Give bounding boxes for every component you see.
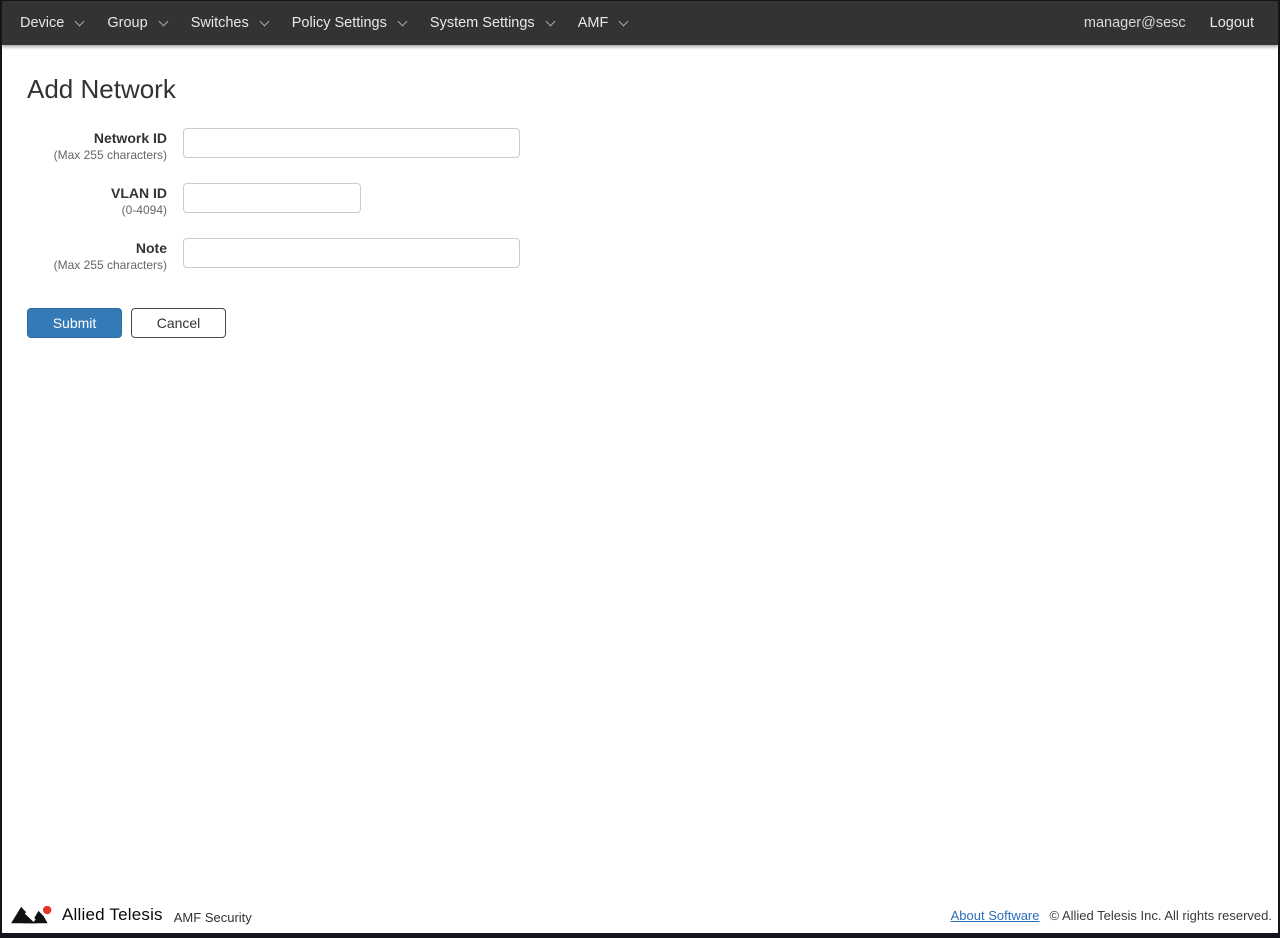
note-input[interactable] <box>183 238 520 268</box>
nav-menu-switches[interactable]: Switches <box>179 1 280 45</box>
chevron-down-icon <box>158 16 169 27</box>
vlan-id-label-group: VLAN ID (0-4094) <box>27 183 167 218</box>
nav-menu-amf-label: AMF <box>577 15 609 31</box>
nav-menu-group[interactable]: Group <box>95 1 178 45</box>
form-actions: Submit Cancel <box>27 308 1278 338</box>
nav-menu-policy-settings-label: Policy Settings <box>291 15 387 31</box>
chevron-down-icon <box>397 16 408 27</box>
brand-block: Allied Telesis AMF Security <box>10 905 252 926</box>
vlan-id-input[interactable] <box>183 183 361 213</box>
main-content: Add Network Network ID (Max 255 characte… <box>2 45 1278 338</box>
chevron-down-icon <box>259 16 270 27</box>
about-software-link[interactable]: About Software <box>951 908 1040 923</box>
nav-menu-device-label: Device <box>20 15 65 31</box>
note-label: Note <box>135 240 167 256</box>
app-window: Device Group Switches Policy Settings Sy… <box>0 0 1280 938</box>
copyright-text: © Allied Telesis Inc. All rights reserve… <box>1049 907 1273 923</box>
network-id-label: Network ID <box>93 130 167 146</box>
network-id-input[interactable] <box>183 128 520 158</box>
top-navbar: Device Group Switches Policy Settings Sy… <box>2 1 1278 45</box>
nav-menu-group-label: Group <box>107 15 148 31</box>
cancel-button[interactable]: Cancel <box>131 308 226 338</box>
product-name: AMF Security <box>173 909 252 925</box>
logout-button[interactable]: Logout <box>1200 1 1264 45</box>
chevron-down-icon <box>618 16 629 27</box>
note-hint: (Max 255 characters) <box>53 258 167 272</box>
nav-menu-device[interactable]: Device <box>8 1 95 45</box>
form-row-vlan-id: VLAN ID (0-4094) <box>27 183 1278 218</box>
logged-in-user: manager@sesc <box>1083 15 1186 31</box>
allied-telesis-logo-icon <box>11 905 52 923</box>
nav-menu-system-settings-label: System Settings <box>429 15 535 31</box>
submit-button[interactable]: Submit <box>27 308 122 338</box>
vlan-id-hint: (0-4094) <box>121 203 167 217</box>
nav-menu-policy-settings[interactable]: Policy Settings <box>280 1 418 45</box>
note-label-group: Note (Max 255 characters) <box>27 238 167 273</box>
nav-menu-switches-label: Switches <box>190 15 249 31</box>
brand-name: Allied Telesis <box>62 905 163 924</box>
nav-menu-amf[interactable]: AMF <box>566 1 640 45</box>
chevron-down-icon <box>545 16 556 27</box>
form-row-network-id: Network ID (Max 255 characters) <box>27 128 1278 163</box>
form-row-note: Note (Max 255 characters) <box>27 238 1278 273</box>
nav-menu-system-settings[interactable]: System Settings <box>418 1 566 45</box>
network-id-hint: (Max 255 characters) <box>53 148 167 162</box>
page-title: Add Network <box>27 74 176 104</box>
page-footer: Allied Telesis AMF Security About Softwa… <box>2 899 1278 933</box>
vlan-id-label: VLAN ID <box>111 185 167 201</box>
network-id-label-group: Network ID (Max 255 characters) <box>27 128 167 163</box>
chevron-down-icon <box>74 16 85 27</box>
